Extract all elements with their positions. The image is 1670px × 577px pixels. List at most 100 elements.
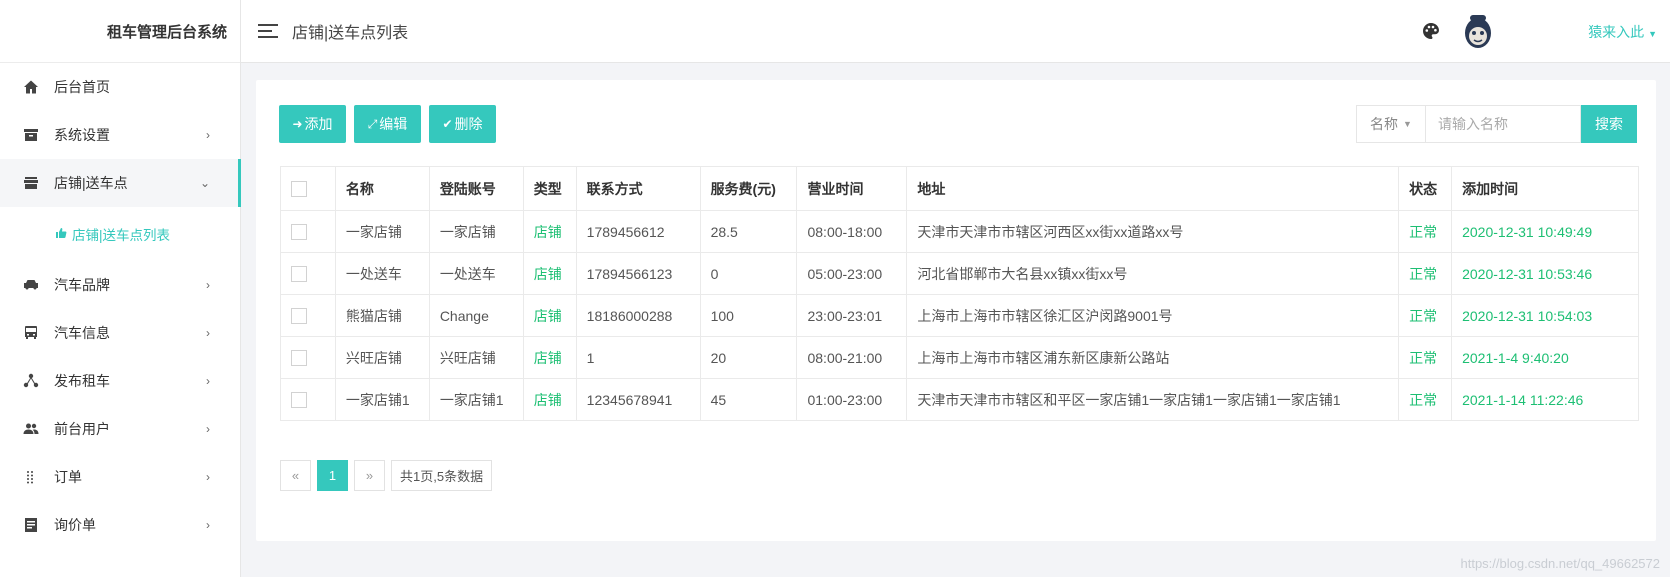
sidebar-item-store[interactable]: 店铺|送车点 ⌄: [0, 159, 241, 207]
edit-button[interactable]: ⤢ 编辑: [354, 105, 421, 143]
table-cell: 一家店铺1: [428, 378, 524, 421]
sidebar-subitem-store-list[interactable]: 店铺|送车点列表: [0, 207, 240, 261]
delete-button[interactable]: ✔ 删除: [429, 105, 496, 143]
sidebar-item-label: 订单: [54, 469, 82, 485]
table-row[interactable]: 一家店铺 一家店铺 店铺 1789456612 28.5 08:00-18:00 天津市天津…: [280, 210, 1639, 253]
page-1-button[interactable]: 1: [317, 460, 348, 491]
row-select-cell[interactable]: [280, 294, 336, 337]
row-checkbox[interactable]: [291, 308, 307, 325]
add-button-label: 添加: [304, 116, 333, 132]
sidebar-item-inquiries[interactable]: 询价单 ›: [0, 501, 240, 549]
table-cell: 2020-12-31 10:54:03: [1451, 294, 1639, 337]
table-cell: 天津市天津市市辖区河西区xx街xx道路xx号: [906, 210, 1400, 253]
search-input[interactable]: [1425, 105, 1581, 143]
sidebar-item-label: 汽车品牌: [54, 277, 110, 293]
table-cell: 18186000288: [575, 294, 701, 337]
sidebar-item-orders[interactable]: 订单 ›: [0, 453, 240, 501]
app-brand: 租车管理后台系统: [0, 0, 240, 63]
table-cell: 0: [699, 252, 798, 295]
table-row[interactable]: 兴旺店铺 兴旺店铺 店铺 1 20 08:00-21:00 上海市上海市市辖区浦东新区康新公…: [280, 336, 1639, 379]
chevron-right-icon: ›: [206, 470, 210, 484]
table-cell: 天津市天津市市辖区和平区一家店铺1一家店铺1一家店铺1一家店铺1: [906, 378, 1400, 421]
table-cell: 2021-1-14 11:22:46: [1451, 378, 1639, 421]
search-bar: 名称 ▼ 搜索: [1356, 105, 1637, 143]
sidebar-item-publish-rental[interactable]: 发布租车 ›: [0, 357, 240, 405]
table-cell: 12345678941: [575, 378, 701, 421]
row-checkbox[interactable]: [291, 350, 307, 367]
edit-button-label: 编辑: [379, 116, 408, 132]
pagination: « 1 » 共1页,5条数据: [280, 460, 498, 491]
row-select-cell[interactable]: [280, 378, 336, 421]
table-row[interactable]: 熊猫店铺 Change 店铺 18186000288 100 23:00-23:01 上海市…: [280, 294, 1639, 337]
sidebar-item-label: 发布租车: [54, 373, 110, 389]
column-header: 营业时间: [796, 166, 908, 211]
table-cell: 23:00-23:01: [796, 294, 908, 337]
table-header-row: 名称 登陆账号 类型 联系方式 服务费(元) 营业时间 地址 状态 添加时间: [280, 166, 1639, 211]
table-cell: 正常: [1398, 294, 1453, 337]
table-cell: 一家店铺1: [334, 378, 430, 421]
watermark: https://blog.csdn.net/qq_49662572: [1460, 556, 1661, 571]
sidebar-item-front-users[interactable]: 前台用户 ›: [0, 405, 240, 453]
table-row[interactable]: 一家店铺1 一家店铺1 店铺 12345678941 45 01:00-23:00 天津市天…: [280, 378, 1639, 421]
sidebar-item-label: 系统设置: [54, 127, 110, 143]
sidebar-item-label: 后台首页: [54, 79, 110, 95]
table-cell: 08:00-18:00: [796, 210, 908, 253]
sidebar-item-home[interactable]: 后台首页: [0, 63, 240, 111]
table-cell: Change: [428, 294, 524, 337]
sidebar-item-car-info[interactable]: 汽车信息 ›: [0, 309, 240, 357]
column-header: 状态: [1398, 166, 1453, 211]
archive-icon: [22, 126, 40, 144]
table-cell: 兴旺店铺: [428, 336, 524, 379]
user-menu[interactable]: 猿来入此 ▼: [1588, 22, 1657, 42]
table-cell: 店铺: [522, 294, 577, 337]
sidebar: 租车管理后台系统 后台首页 系统设置 › 店铺|送车点 ⌄ 店铺|送车点列表 汽…: [0, 0, 241, 577]
search-field-value: 名称: [1370, 116, 1399, 132]
column-header: 类型: [522, 166, 577, 211]
search-button[interactable]: 搜索: [1581, 105, 1637, 143]
row-select-cell[interactable]: [280, 210, 336, 253]
select-all-cell[interactable]: [280, 166, 336, 211]
table-cell: 一家店铺: [428, 210, 524, 253]
sidebar-item-label: 店铺|送车点: [54, 175, 128, 191]
row-select-cell[interactable]: [280, 336, 336, 379]
sidebar-item-system-settings[interactable]: 系统设置 ›: [0, 111, 240, 159]
table-cell: 2021-1-4 9:40:20: [1451, 336, 1639, 379]
table-cell: 上海市上海市市辖区徐汇区沪闵路9001号: [906, 294, 1400, 337]
column-header: 联系方式: [575, 166, 701, 211]
search-field-select[interactable]: 名称 ▼: [1356, 105, 1425, 143]
table-cell: 正常: [1398, 210, 1453, 253]
pagination-info: 共1页,5条数据: [391, 460, 493, 491]
select-all-checkbox[interactable]: [291, 181, 307, 198]
thumbs-up-icon: [55, 227, 69, 241]
page-title: 店铺|送车点列表: [292, 25, 409, 42]
users-icon: [22, 420, 40, 438]
row-checkbox[interactable]: [291, 224, 307, 241]
table-row[interactable]: 一处送车 一处送车 店铺 17894566123 0 05:00-23:00 河北省邯郸市大…: [280, 252, 1639, 295]
table-cell: 08:00-21:00: [796, 336, 908, 379]
table-cell: 05:00-23:00: [796, 252, 908, 295]
table-cell: 28.5: [699, 210, 798, 253]
row-select-cell[interactable]: [280, 252, 336, 295]
check-icon: ✔: [442, 117, 453, 131]
table-cell: 正常: [1398, 252, 1453, 295]
chevron-right-icon: ›: [206, 128, 210, 142]
menu-toggle-icon[interactable]: [258, 24, 278, 38]
row-checkbox[interactable]: [291, 266, 307, 283]
table-cell: 店铺: [522, 210, 577, 253]
grid-dots-icon: [22, 468, 40, 486]
prev-page-button[interactable]: «: [280, 460, 311, 491]
table-cell: 河北省邯郸市大名县xx镇xx街xx号: [906, 252, 1400, 295]
sidebar-item-car-brand[interactable]: 汽车品牌 ›: [0, 261, 240, 309]
next-page-button[interactable]: »: [354, 460, 385, 491]
store-table: 名称 登陆账号 类型 联系方式 服务费(元) 营业时间 地址 状态 添加时间 一…: [280, 166, 1639, 421]
row-checkbox[interactable]: [291, 392, 307, 409]
add-button[interactable]: ➜ 添加: [279, 105, 346, 143]
chevron-right-icon: ›: [206, 422, 210, 436]
table-cell: 一家店铺: [334, 210, 430, 253]
palette-icon[interactable]: [1422, 22, 1440, 40]
avatar[interactable]: [1460, 11, 1496, 51]
list-icon: [22, 516, 40, 534]
sidebar-item-label: 前台用户: [54, 421, 110, 437]
table-cell: 2020-12-31 10:53:46: [1451, 252, 1639, 295]
sidebar-subitem-label: 店铺|送车点列表: [72, 228, 171, 243]
